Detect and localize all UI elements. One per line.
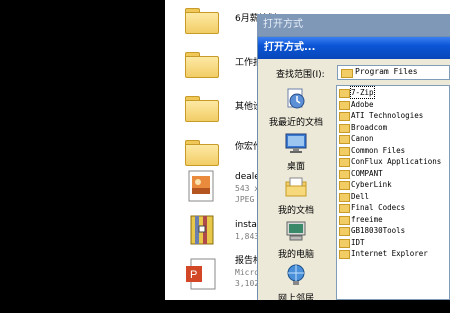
list-item[interactable]: Broadcom [339, 122, 449, 133]
list-item[interactable]: 7-Zip [339, 86, 449, 99]
place-my-documents[interactable]: 我的文档 [260, 175, 332, 225]
folder-icon [339, 100, 350, 110]
list-item[interactable]: GB18030Tools [339, 225, 449, 236]
look-in-value: Program Files [355, 67, 418, 76]
list-item[interactable]: Dell [339, 191, 449, 202]
list-item[interactable]: Internet Explorer [339, 248, 449, 259]
desktop-background [0, 0, 165, 300]
place-label: 我的文档 [277, 206, 314, 216]
folder-icon [183, 46, 219, 82]
folder-icon [339, 158, 350, 167]
my-documents-icon [284, 175, 308, 199]
image-file-item[interactable]: dealer.j 543 x 2 JPEG 图像 [183, 168, 275, 212]
list-item[interactable]: ConFlux Applications [339, 156, 449, 167]
open-with-dialog: 打开方式... 查找范围(I): Program Files 我最近的文档 桌面… [258, 37, 450, 304]
list-item[interactable]: Adobe [339, 99, 449, 110]
recent-docs-icon [284, 87, 308, 111]
folder-icon [339, 123, 350, 133]
powerpoint-icon: P [183, 256, 219, 292]
image-icon [183, 168, 219, 204]
inactive-dialog-title: 打开方式 [257, 14, 450, 36]
place-label: 网上邻居 [277, 294, 314, 304]
folder-icon [183, 90, 219, 126]
places-bar: 我最近的文档 桌面 我的文档 我的电脑 网上邻居 [260, 87, 332, 304]
archive-file-item[interactable]: install 1,843 KB [183, 212, 274, 256]
list-item[interactable]: Common Files [339, 145, 449, 156]
list-item[interactable]: ATI Technologies [339, 110, 449, 121]
folder-item[interactable]: 工作报告 [183, 46, 271, 90]
ppt-file-item[interactable]: P 报告格式 Microsof 3,102 KB [183, 256, 274, 300]
network-icon [284, 263, 308, 287]
folder-item[interactable]: 其他设计 [183, 90, 271, 134]
folder-icon [339, 146, 350, 156]
svg-text:P: P [190, 269, 197, 281]
place-network[interactable]: 网上邻居 [260, 263, 332, 313]
list-item[interactable]: freeime [339, 214, 449, 225]
folder-icon [339, 181, 350, 190]
folder-item[interactable]: 6月薪计划 [183, 2, 277, 46]
look-in-label: 查找范围(I): [276, 70, 325, 80]
list-item[interactable]: IDT [339, 237, 449, 248]
folder-icon [339, 227, 350, 236]
folder-icon [339, 215, 350, 225]
place-my-computer[interactable]: 我的电脑 [260, 219, 332, 269]
folder-icon [339, 169, 350, 179]
place-label: 桌面 [286, 162, 305, 172]
list-item[interactable]: Final Codecs [339, 202, 449, 213]
folder-icon [183, 134, 219, 170]
folder-icon [339, 250, 350, 259]
place-label: 我最近的文档 [268, 118, 323, 128]
folder-icon [339, 135, 350, 144]
folder-icon [339, 192, 350, 202]
place-label: 我的电脑 [277, 250, 314, 260]
dialog-title: 打开方式... [258, 37, 450, 59]
archive-icon [183, 212, 219, 248]
list-item[interactable]: Canon [339, 133, 449, 144]
folder-icon [339, 238, 350, 248]
folder-icon [339, 89, 350, 98]
desktop-icon [284, 131, 308, 155]
folder-list[interactable]: 7-Zip Adobe ATI Technologies Broadcom Ca… [336, 85, 450, 300]
folder-icon [341, 69, 353, 78]
look-in-dropdown[interactable]: Program Files [337, 65, 450, 80]
folder-icon [339, 204, 350, 213]
list-item[interactable]: CyberLink [339, 179, 449, 190]
place-recent-documents[interactable]: 我最近的文档 [260, 87, 332, 137]
list-item[interactable]: COMPANT [339, 168, 449, 179]
place-desktop[interactable]: 桌面 [260, 131, 332, 181]
my-computer-icon [284, 219, 308, 243]
folder-icon [339, 112, 350, 121]
folder-icon [183, 2, 219, 38]
